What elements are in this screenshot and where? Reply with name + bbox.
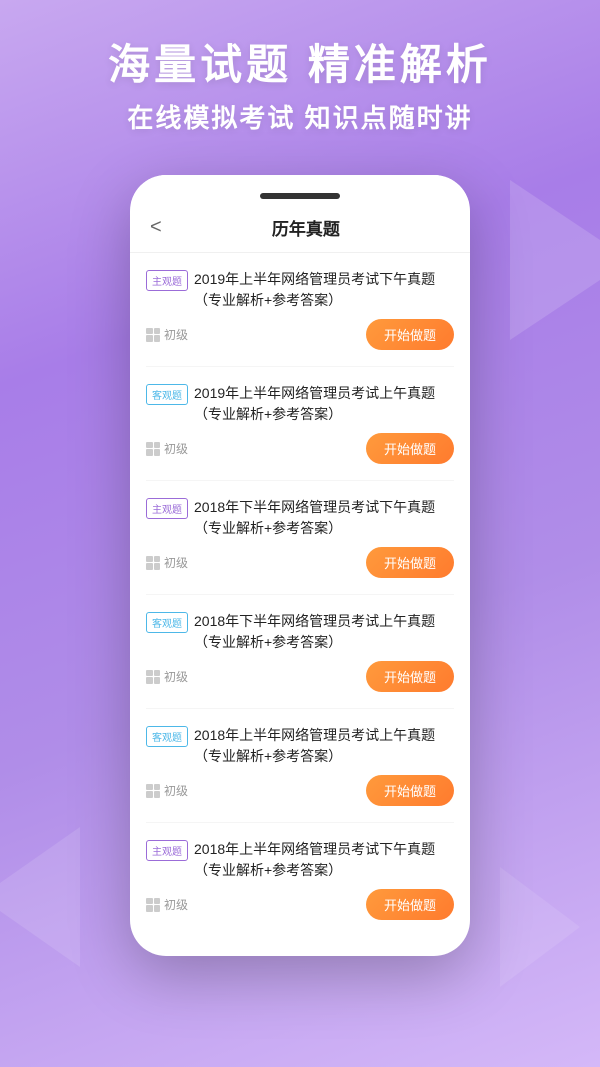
exam-item: 主观题 2018年上半年网络管理员考试下午真题（专业解析+参考答案） 初级 开始… — [146, 823, 454, 936]
phone-page-title: 历年真题 — [162, 215, 450, 240]
level-icon — [146, 328, 160, 342]
level-row: 初级 — [146, 896, 188, 913]
level-icon — [146, 442, 160, 456]
header-title: 海量试题 精准解析 — [20, 40, 580, 90]
level-icon — [146, 556, 160, 570]
back-button[interactable]: < — [150, 216, 162, 239]
level-row: 初级 — [146, 782, 188, 799]
exam-name: 2018年上半年网络管理员考试上午真题（专业解析+参考答案） — [194, 725, 454, 767]
exam-title-row: 客观题 2018年下半年网络管理员考试上午真题（专业解析+参考答案） — [146, 611, 454, 653]
exam-item: 客观题 2018年上半年网络管理员考试上午真题（专业解析+参考答案） 初级 开始… — [146, 709, 454, 823]
phone-notch — [130, 175, 470, 203]
phone-mock: < 历年真题 主观题 2019年上半年网络管理员考试下午真题（专业解析+参考答案… — [130, 175, 470, 956]
exam-tag: 主观题 — [146, 270, 188, 291]
exam-item: 客观题 2019年上半年网络管理员考试上午真题（专业解析+参考答案） 初级 开始… — [146, 367, 454, 481]
exam-meta: 初级 开始做题 — [146, 661, 454, 692]
start-button[interactable]: 开始做题 — [366, 661, 454, 692]
exam-title-row: 主观题 2018年下半年网络管理员考试下午真题（专业解析+参考答案） — [146, 497, 454, 539]
start-button[interactable]: 开始做题 — [366, 889, 454, 920]
exam-meta: 初级 开始做题 — [146, 775, 454, 806]
header-subtitle: 在线模拟考试 知识点随时讲 — [20, 98, 580, 135]
level-icon — [146, 898, 160, 912]
level-text: 初级 — [164, 554, 188, 571]
exam-item: 主观题 2019年上半年网络管理员考试下午真题（专业解析+参考答案） 初级 开始… — [146, 253, 454, 367]
level-text: 初级 — [164, 440, 188, 457]
exam-name: 2018年上半年网络管理员考试下午真题（专业解析+参考答案） — [194, 839, 454, 881]
level-row: 初级 — [146, 440, 188, 457]
notch-bar — [260, 193, 340, 199]
phone-content: 主观题 2019年上半年网络管理员考试下午真题（专业解析+参考答案） 初级 开始… — [130, 253, 470, 936]
level-text: 初级 — [164, 896, 188, 913]
exam-title-row: 主观题 2019年上半年网络管理员考试下午真题（专业解析+参考答案） — [146, 269, 454, 311]
header-section: 海量试题 精准解析 在线模拟考试 知识点随时讲 — [0, 0, 600, 155]
exam-tag: 主观题 — [146, 840, 188, 861]
exam-name: 2018年下半年网络管理员考试下午真题（专业解析+参考答案） — [194, 497, 454, 539]
exam-title-row: 客观题 2018年上半年网络管理员考试上午真题（专业解析+参考答案） — [146, 725, 454, 767]
level-text: 初级 — [164, 326, 188, 343]
exam-meta: 初级 开始做题 — [146, 433, 454, 464]
exam-meta: 初级 开始做题 — [146, 889, 454, 920]
exam-tag: 客观题 — [146, 726, 188, 747]
level-icon — [146, 670, 160, 684]
exam-tag: 主观题 — [146, 498, 188, 519]
start-button[interactable]: 开始做题 — [366, 433, 454, 464]
level-row: 初级 — [146, 668, 188, 685]
exam-meta: 初级 开始做题 — [146, 547, 454, 578]
phone-container: < 历年真题 主观题 2019年上半年网络管理员考试下午真题（专业解析+参考答案… — [0, 175, 600, 956]
exam-title-row: 主观题 2018年上半年网络管理员考试下午真题（专业解析+参考答案） — [146, 839, 454, 881]
level-icon — [146, 784, 160, 798]
level-row: 初级 — [146, 326, 188, 343]
level-row: 初级 — [146, 554, 188, 571]
level-text: 初级 — [164, 782, 188, 799]
exam-item: 主观题 2018年下半年网络管理员考试下午真题（专业解析+参考答案） 初级 开始… — [146, 481, 454, 595]
exam-meta: 初级 开始做题 — [146, 319, 454, 350]
exam-title-row: 客观题 2019年上半年网络管理员考试上午真题（专业解析+参考答案） — [146, 383, 454, 425]
exam-name: 2018年下半年网络管理员考试上午真题（专业解析+参考答案） — [194, 611, 454, 653]
start-button[interactable]: 开始做题 — [366, 547, 454, 578]
exam-item: 客观题 2018年下半年网络管理员考试上午真题（专业解析+参考答案） 初级 开始… — [146, 595, 454, 709]
exam-tag: 客观题 — [146, 384, 188, 405]
exam-name: 2019年上半年网络管理员考试上午真题（专业解析+参考答案） — [194, 383, 454, 425]
level-text: 初级 — [164, 668, 188, 685]
start-button[interactable]: 开始做题 — [366, 319, 454, 350]
start-button[interactable]: 开始做题 — [366, 775, 454, 806]
phone-header: < 历年真题 — [130, 203, 470, 253]
exam-tag: 客观题 — [146, 612, 188, 633]
exam-name: 2019年上半年网络管理员考试下午真题（专业解析+参考答案） — [194, 269, 454, 311]
